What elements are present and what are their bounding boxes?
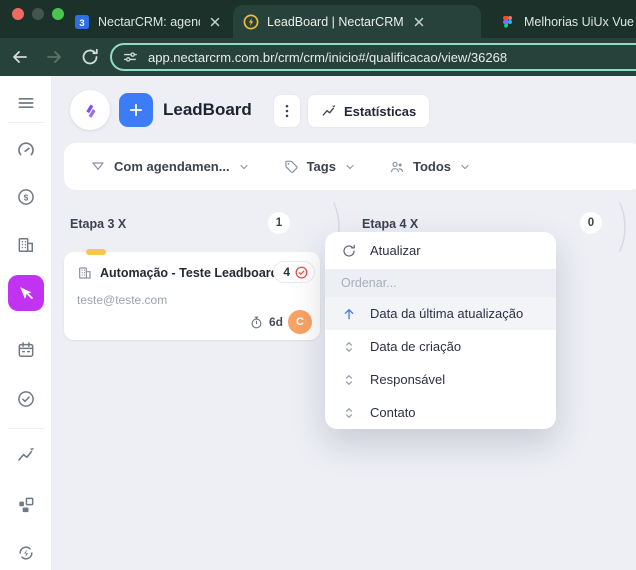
chevron-down-icon [459,161,471,173]
tab-nectarcrm-agenda[interactable]: 3 NectarCRM: agenda - S [64,6,230,38]
menu-item-sort-owner[interactable]: Responsável [325,363,556,396]
menu-item-label: Data da última atualização [370,306,524,321]
column-header: Etapa 3 X [70,217,127,231]
sort-updown-icon [341,372,357,388]
sales-dollar-icon[interactable]: $ [16,187,36,207]
card-email: teste@teste.com [77,293,168,307]
filter-label: Todos [412,159,451,174]
tab-title: Melhorias UiUx Vue [524,15,634,29]
funnel-icon [90,159,106,175]
url-text[interactable]: app.nectarcrm.com.br/crm/crm/inicio#/qua… [148,50,507,65]
refresh-icon [341,243,357,259]
board-options-button[interactable] [273,94,301,128]
column-separator [618,202,632,252]
arrow-up-icon [341,306,357,322]
menu-item-label: Responsável [370,372,446,387]
menu-icon[interactable] [16,93,36,113]
stopwatch-icon [249,315,264,330]
menu-item-sort-contact[interactable]: Contato [325,396,556,429]
lead-card[interactable]: Automação - Teste Leadboard 4 teste@test… [64,249,320,340]
forward-icon[interactable] [44,47,64,67]
sort-updown-icon [341,339,357,355]
app-content: $ LeadBoard Estatísticas Com agendamen..… [0,76,636,570]
back-icon[interactable] [10,47,30,67]
google-calendar-icon: 3 [74,14,90,30]
sidebar-divider [8,428,44,429]
tab-leadboard[interactable]: LeadBoard | NectarCRM [233,5,481,38]
apps-blocks-icon[interactable] [16,495,36,515]
browser-url-bar: app.nectarcrm.com.br/crm/crm/inicio#/qua… [0,38,636,76]
add-lead-button[interactable] [119,93,153,127]
chevron-down-icon [238,161,250,173]
statistics-trend-icon[interactable] [16,445,36,465]
automation-sync-icon[interactable] [16,543,36,563]
filter-label: Tags [306,159,336,174]
menu-section-label: Ordenar... [341,276,397,290]
app-sidebar: $ [0,76,52,570]
chevron-down-icon [344,161,356,173]
menu-section-ordenar: Ordenar... [325,269,556,297]
tasks-check-icon[interactable] [16,389,36,409]
page-title: LeadBoard [163,100,252,119]
column-count-badge: 0 [580,212,602,234]
traffic-light-minimize[interactable] [32,8,44,20]
tab-figma[interactable]: Melhorias UiUx Vue [490,6,636,38]
close-icon[interactable] [412,15,426,29]
card-activity-badge[interactable]: 4 [273,261,315,283]
filter-tags[interactable]: Tags [283,159,356,175]
avatar[interactable]: C [288,310,312,334]
sidebar-divider [8,122,44,123]
card-title: Automação - Teste Leadboard [100,266,279,280]
dashboard-gauge-icon[interactable] [16,140,36,160]
traffic-light-close[interactable] [12,8,24,20]
sort-updown-icon [341,405,357,421]
tab-title: NectarCRM: agenda - S [98,15,200,29]
filter-label: Com agendamen... [114,159,230,174]
menu-item-sort-updated[interactable]: Data da última atualização [325,297,556,330]
statistics-trend-icon [321,103,337,119]
company-building-icon [77,265,93,281]
plus-icon [127,101,145,119]
leads-funnel-icon [16,283,36,303]
column-header: Etapa 4 X [362,217,419,231]
sidebar-item-leads-active[interactable] [8,275,44,311]
nectar-logo[interactable] [70,90,110,130]
browser-tab-strip: 3 NectarCRM: agenda - S LeadBoard | Nect… [0,0,636,38]
site-settings-icon[interactable] [122,49,138,65]
menu-item-label: Contato [370,405,416,420]
tab-title: LeadBoard | NectarCRM [267,14,404,29]
card-age: 6d [268,315,283,329]
users-icon [389,159,405,175]
menu-item-label: Atualizar [370,243,421,258]
column-count-badge: 1 [268,212,290,234]
activity-count: 4 [283,265,290,279]
svg-text:$: $ [24,192,29,202]
overdue-check-icon [294,265,309,280]
menu-item-refresh[interactable]: Atualizar [325,232,556,269]
card-footer: 6d C [249,310,312,334]
reload-icon[interactable] [80,47,100,67]
statistics-button[interactable]: Estatísticas [307,94,431,128]
calendar-icon[interactable] [16,340,36,360]
close-icon[interactable] [208,15,222,29]
traffic-light-zoom[interactable] [52,8,64,20]
menu-item-sort-created[interactable]: Data de criação [325,330,556,363]
omnibox[interactable]: app.nectarcrm.com.br/crm/crm/inicio#/qua… [110,43,636,71]
tag-icon [283,159,299,175]
companies-building-icon[interactable] [16,235,36,255]
filter-bar: Com agendamen... Tags Todos [64,143,636,190]
tag-chip-yellow [86,249,106,255]
nectarcrm-favicon [243,14,259,30]
column-context-menu: Atualizar Ordenar... Data da última atua… [325,232,556,429]
figma-icon [500,14,516,30]
menu-item-label: Data de criação [370,339,462,354]
filter-owner[interactable]: Todos [389,159,471,175]
kebab-icon [278,102,296,120]
svg-text:3: 3 [79,18,84,29]
screen: 3 NectarCRM: agenda - S LeadBoard | Nect… [0,0,636,570]
filter-scheduling[interactable]: Com agendamen... [90,159,250,175]
statistics-label: Estatísticas [344,103,417,119]
